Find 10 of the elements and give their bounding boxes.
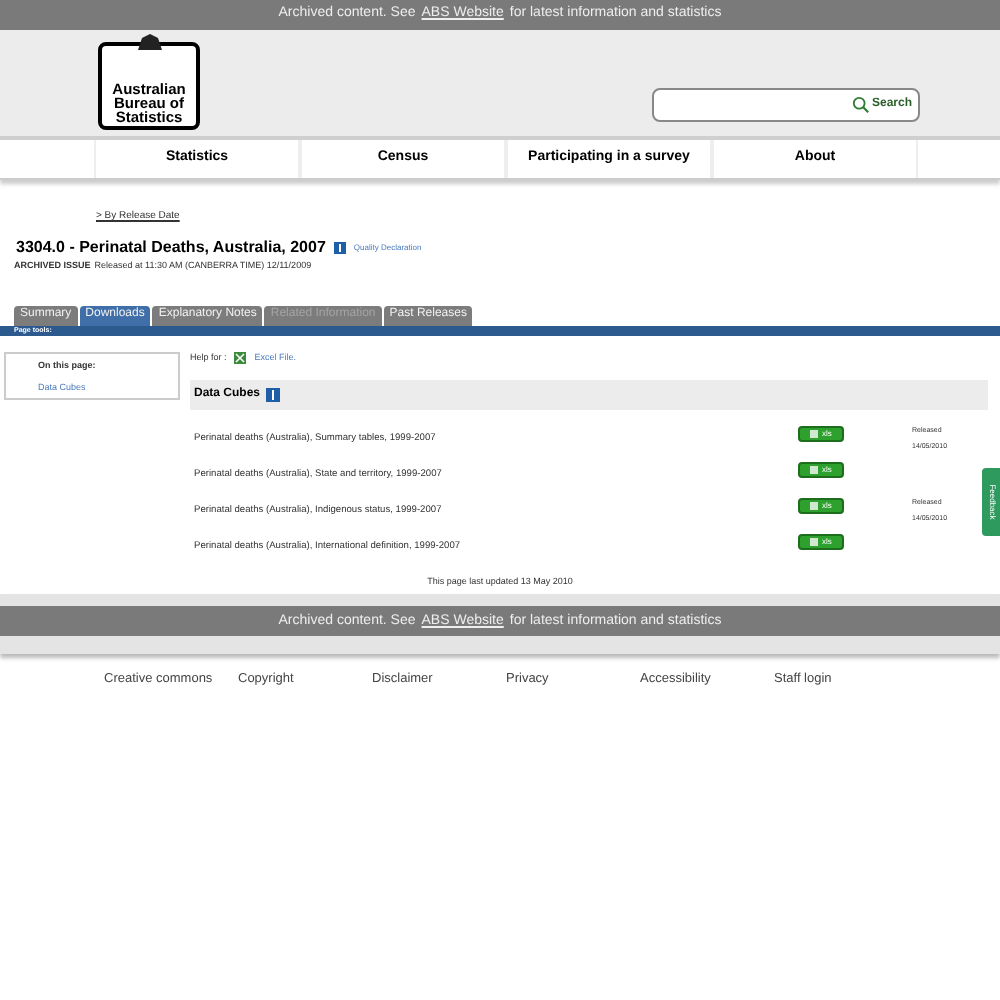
info-icon — [266, 387, 281, 401]
page-title: 3304.0 - Perinatal Deaths, Australia, 2007 — [16, 236, 326, 260]
info-icon — [333, 242, 346, 254]
spreadsheet-icon — [810, 501, 819, 509]
search-icon — [851, 96, 870, 114]
spreadsheet-icon — [810, 429, 819, 437]
spreadsheet-icon — [810, 537, 819, 545]
spreadsheet-icon — [234, 352, 247, 365]
crest-icon — [135, 34, 163, 52]
spreadsheet-icon — [810, 465, 819, 473]
